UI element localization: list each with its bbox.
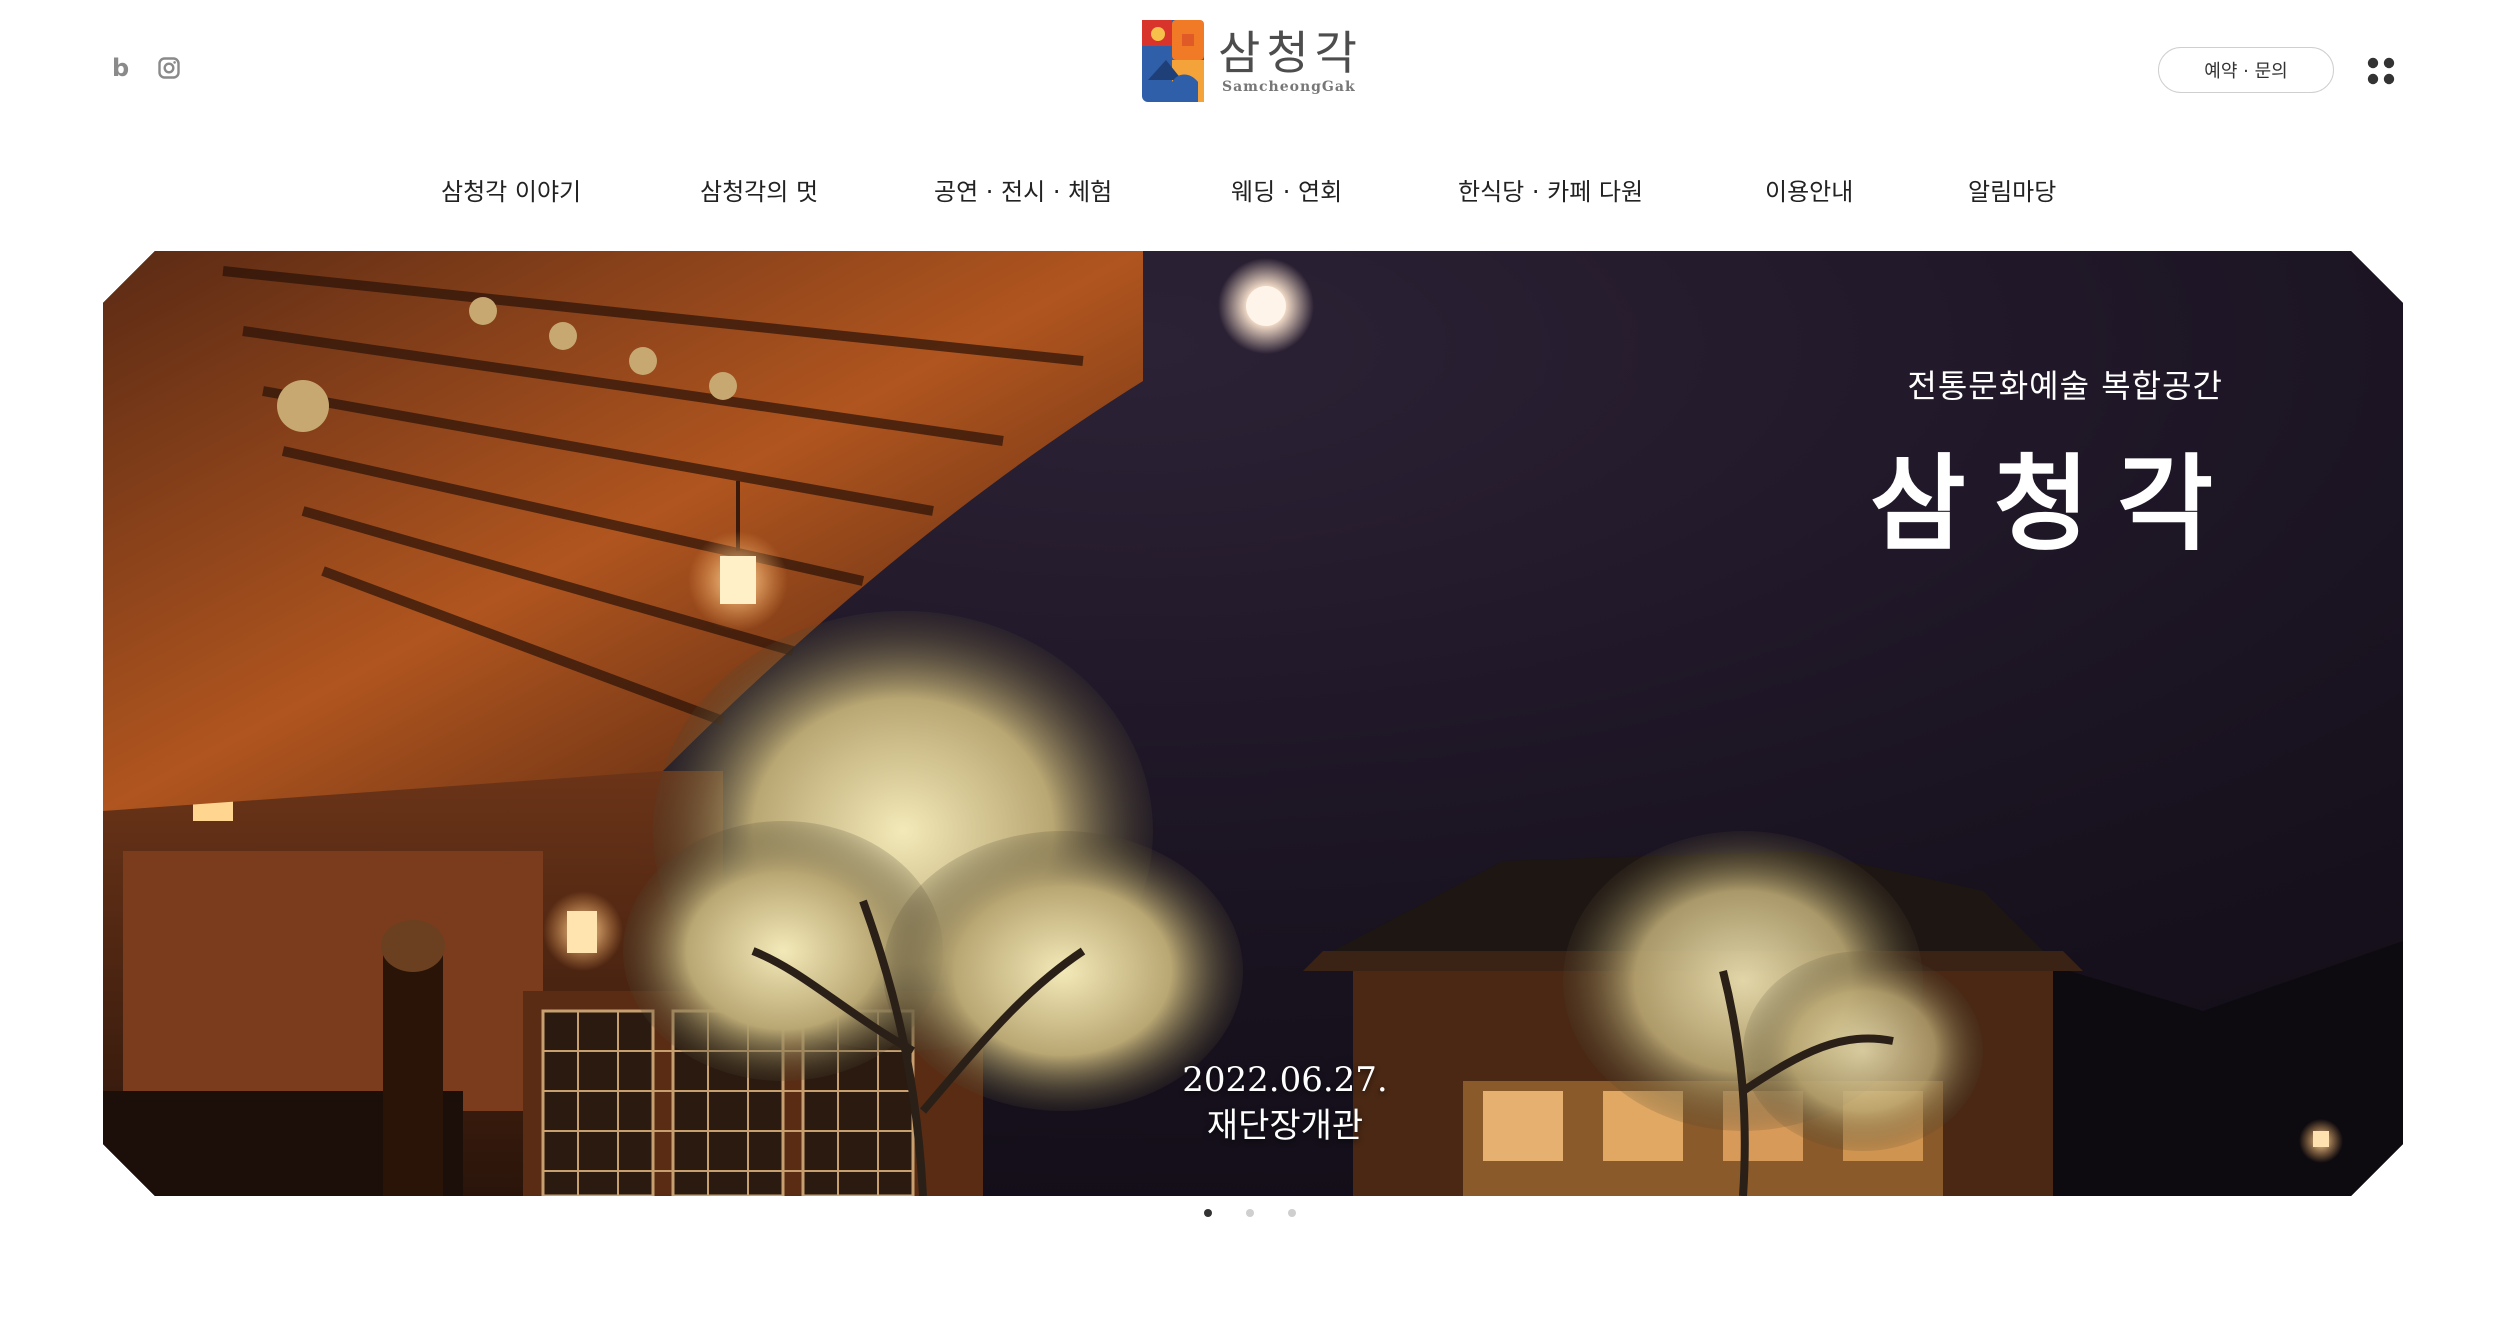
- logo-english: SamcheongGak: [1222, 79, 1356, 95]
- social-links: b: [112, 52, 181, 84]
- logo-text: 삼청각 SamcheongGak: [1218, 27, 1363, 95]
- reservation-button[interactable]: 예약 · 문의: [2158, 47, 2334, 93]
- nav-item-performance[interactable]: 공연 · 전시 · 체험: [934, 172, 1112, 212]
- logo-emblem-icon: [1142, 20, 1204, 102]
- instagram-icon[interactable]: [157, 56, 181, 80]
- nav-item-story[interactable]: 삼청각 이야기: [441, 172, 581, 212]
- hero-date: 2022.06.27.: [1182, 1060, 1388, 1100]
- logo-korean: 삼청각: [1218, 26, 1363, 80]
- reservation-button-label: 예약 · 문의: [2204, 61, 2288, 82]
- pager-dot[interactable]: [1246, 1209, 1254, 1217]
- blog-icon[interactable]: b: [112, 52, 129, 84]
- nav-item-wedding[interactable]: 웨딩 · 연회: [1231, 172, 1342, 212]
- hero-reopening-notice: 2022.06.27. 재단장개관: [1165, 1057, 1405, 1149]
- pager-dot[interactable]: [1204, 1209, 1212, 1217]
- hero-banner: 전통문화예술 복합공간 삼청각 2022.06.27. 재단장개관: [103, 251, 2403, 1196]
- nav-item-restaurant[interactable]: 한식당 · 카페 다원: [1458, 172, 1643, 212]
- nav-item-guide[interactable]: 이용안내: [1765, 172, 1853, 212]
- hero-caption: 재단장개관: [1206, 1106, 1364, 1146]
- hero-subtitle: 전통문화예술 복합공간: [1907, 367, 2223, 405]
- main-navigation: 삼청각 이야기 삼청각의 멋 공연 · 전시 · 체험 웨딩 · 연회 한식당 …: [0, 172, 2506, 212]
- hero-title: 삼청각: [1869, 443, 2241, 565]
- nav-item-notice[interactable]: 알림마당: [1968, 172, 2056, 212]
- slide-pager: [1204, 1209, 1296, 1217]
- grid-menu-icon[interactable]: [2366, 56, 2396, 86]
- site-logo[interactable]: 삼청각 SamcheongGak: [1142, 20, 1363, 102]
- pager-dot[interactable]: [1288, 1209, 1296, 1217]
- nav-item-beauty[interactable]: 삼청각의 멋: [700, 172, 818, 212]
